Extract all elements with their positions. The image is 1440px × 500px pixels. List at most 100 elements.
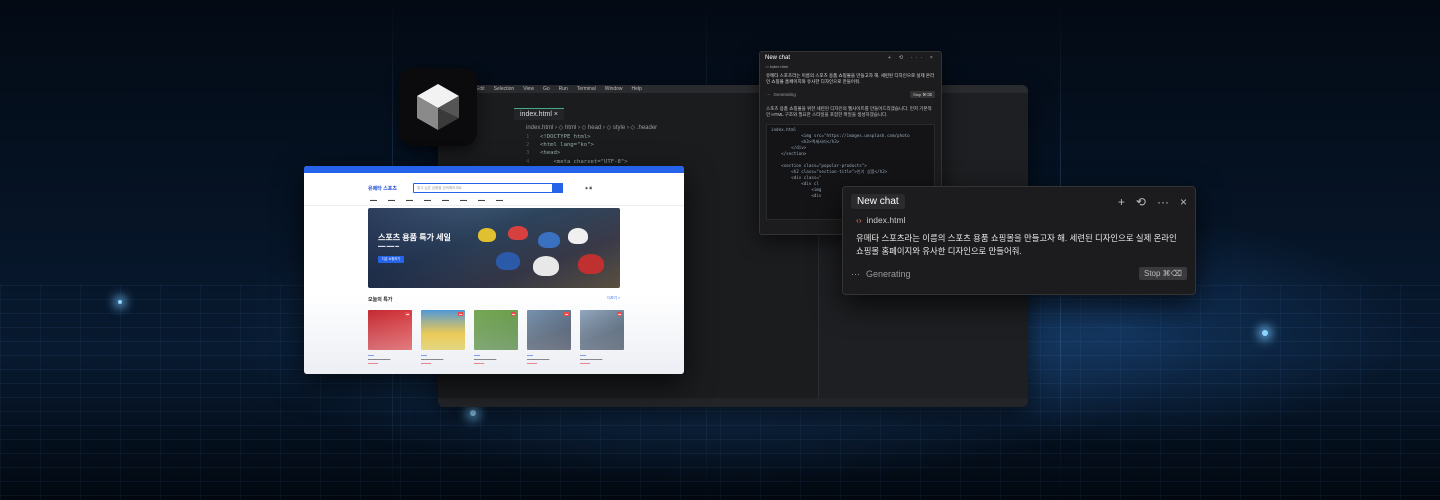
generating-status: ··· Generating Stop ⌘⌫: [760, 89, 941, 100]
hero-banner[interactable]: 스포츠 용품 특가 세일 ▬▬ ▬▬ ▬ 지금 쇼핑하기: [368, 208, 620, 288]
product-price: ▬▬▬: [580, 361, 591, 365]
close-icon[interactable]: ×: [1180, 195, 1187, 209]
chat-header: New chat + ⟲ ··· ×: [760, 52, 941, 64]
code-line: <html lang="ko">: [540, 142, 594, 149]
product-price: ▬▬▬: [421, 361, 432, 365]
code-line: <img src="https://images.unsplash.com/ph…: [771, 133, 910, 138]
menu-go[interactable]: Go: [543, 86, 550, 92]
section-title-text: 오늘의 특가: [368, 297, 393, 303]
code-line: <div: [771, 193, 822, 198]
status-bar: [438, 398, 1028, 407]
sale-badge: ▬: [405, 312, 410, 316]
menu-terminal[interactable]: Terminal: [577, 86, 596, 92]
chat-header: New chat + ⟲ ··· ×: [843, 187, 1195, 213]
user-prompt: 유메타 스포츠라는 이름의 스포츠 용품 쇼핑몰을 만들고자 해. 세련된 디자…: [766, 73, 935, 84]
line-number: 1: [526, 134, 530, 140]
code-icon: ‹›: [856, 215, 862, 225]
hero-title: 스포츠 용품 특가 세일: [378, 233, 451, 242]
product-card[interactable]: ▬ ▬▬ ▬▬▬▬▬▬▬ ▬▬▬: [368, 310, 412, 365]
light-spark: [1262, 330, 1268, 336]
menu-run[interactable]: Run: [559, 86, 568, 92]
chat-title: New chat: [851, 194, 905, 209]
product-card[interactable]: ▬ ▬▬ ▬▬▬▬▬▬▬ ▬▬▬: [580, 310, 624, 365]
code-line: </section>: [771, 151, 807, 156]
category-item[interactable]: ▬▬: [370, 198, 377, 202]
attached-file-label: index.html: [866, 215, 906, 225]
menu-selection[interactable]: Selection: [494, 86, 515, 92]
new-chat-icon[interactable]: +: [1118, 195, 1125, 209]
sale-badge: ▬: [458, 312, 463, 316]
category-item[interactable]: ▬▬: [460, 198, 467, 202]
category-item[interactable]: ▬▬: [424, 198, 431, 202]
status-text: Generating: [773, 92, 796, 97]
user-prompt: 유메타 스포츠라는 이름의 스포츠 용품 쇼핑몰을 만들고자 해. 세련된 디자…: [856, 233, 1177, 256]
code-line: <h2 class="section-title">인기 상품</h2>: [771, 169, 888, 174]
line-number: 4: [526, 158, 530, 165]
search-input[interactable]: 찾고 싶은 상품을 검색해보세요: [413, 183, 563, 193]
code-line: <div cl: [771, 181, 819, 186]
attached-file-label: index.html: [769, 64, 789, 69]
code-file-label: index.html: [771, 127, 797, 132]
code-line: <!DOCTYPE html>: [540, 134, 591, 140]
category-item[interactable]: ▬▬: [478, 198, 485, 202]
menu-window[interactable]: Window: [605, 86, 623, 92]
product-card[interactable]: ▬ ▬▬ ▬▬▬▬▬▬▬ ▬▬▬: [421, 310, 465, 365]
more-icon[interactable]: ···: [1157, 195, 1169, 209]
hero-subtitle: ▬▬ ▬▬ ▬: [378, 244, 400, 248]
sale-badge: ▬: [564, 312, 569, 316]
breadcrumb: index.html › ◇ html › ◇ head › ◇ style ›…: [526, 125, 658, 131]
assistant-response: 스포츠 용품 쇼핑몰을 위한 세련된 디자인의 웹사이트를 만들어드리겠습니다.…: [766, 106, 932, 117]
menu-help[interactable]: Help: [632, 86, 642, 92]
browser-address-bar[interactable]: [304, 166, 684, 173]
history-icon[interactable]: ⟲: [1136, 195, 1146, 209]
status-text: Generating: [866, 268, 911, 279]
search-button[interactable]: [552, 183, 563, 193]
product-price: ▬▬▬: [368, 361, 379, 365]
app-logo-icon: [399, 68, 477, 146]
more-link[interactable]: 더보기 >: [607, 296, 620, 301]
product-card[interactable]: ▬ ▬▬ ▬▬▬▬▬▬▬ ▬▬▬: [527, 310, 571, 365]
code-line: <div class=": [771, 175, 822, 180]
stop-button[interactable]: Stop ⌘⌫: [1139, 267, 1187, 280]
cube-icon: [417, 84, 459, 130]
chat-header-icons[interactable]: + ⟲ ··· ×: [888, 55, 936, 61]
product-price: ▬▬▬: [474, 361, 485, 365]
menu-view[interactable]: View: [523, 86, 534, 92]
category-item[interactable]: ▬▬: [406, 198, 413, 202]
category-item[interactable]: ▬▬: [388, 198, 395, 202]
hero-shop-button[interactable]: 지금 쇼핑하기: [378, 256, 404, 263]
product-list: ▬ ▬▬ ▬▬▬▬▬▬▬ ▬▬▬ ▬ ▬▬ ▬▬▬▬▬▬▬ ▬▬▬ ▬ ▬▬ ▬▬▬▬▬▬▬ ▬▬…: [368, 310, 624, 365]
code-line: <meta charset="UTF-8">: [540, 158, 628, 165]
top-nav: [304, 173, 684, 181]
loading-dots-icon: ···: [851, 268, 860, 279]
editor-tabs: index.html ×: [514, 107, 564, 121]
line-number: 3: [526, 150, 530, 157]
browser-window: 유메타 스포츠 찾고 싶은 상품을 검색해보세요 ◉ ▣ ▬▬ ▬▬ ▬▬ ▬▬…: [304, 166, 684, 374]
code-area[interactable]: 1 <!DOCTYPE html> 2 <html lang="ko"> 3 <hea…: [526, 133, 628, 166]
category-item[interactable]: ▬▬: [442, 198, 449, 202]
section-title: 오늘의 특가 더보기 >: [368, 296, 620, 303]
sale-badge: ▬: [617, 312, 622, 316]
user-menu[interactable]: ◉ ▣: [585, 186, 592, 190]
product-card[interactable]: ▬ ▬▬ ▬▬▬▬▬▬▬ ▬▬▬: [474, 310, 518, 365]
code-line: <h3>액세서리</h3>: [771, 139, 840, 144]
generating-status: ··· Generating Stop ⌘⌫: [843, 263, 1195, 280]
menu-edit[interactable]: Edit: [476, 86, 485, 92]
category-nav: ▬▬ ▬▬ ▬▬ ▬▬ ▬▬ ▬▬ ▬▬ ▬▬: [304, 195, 684, 206]
close-icon[interactable]: ×: [554, 111, 558, 118]
attached-file[interactable]: ‹› index.html: [843, 213, 1195, 227]
line-number: 2: [526, 142, 530, 149]
category-item[interactable]: ▬▬: [496, 198, 503, 202]
site-header: 유메타 스포츠 찾고 싶은 상품을 검색해보세요 ◉ ▣: [304, 181, 684, 195]
tab-index-html[interactable]: index.html ×: [514, 108, 564, 120]
code-line: </div>: [771, 145, 807, 150]
product-price: ▬▬▬: [527, 361, 538, 365]
stop-button[interactable]: Stop ⌘⌫: [910, 91, 935, 98]
code-line: <head>: [540, 150, 561, 157]
site-logo[interactable]: 유메타 스포츠: [368, 185, 397, 192]
code-line: <img: [771, 187, 822, 192]
search-placeholder: 찾고 싶은 상품을 검색해보세요: [417, 185, 462, 190]
chat-title: New chat: [765, 55, 791, 61]
sale-badge: ▬: [511, 312, 516, 316]
light-spark: [118, 300, 122, 304]
